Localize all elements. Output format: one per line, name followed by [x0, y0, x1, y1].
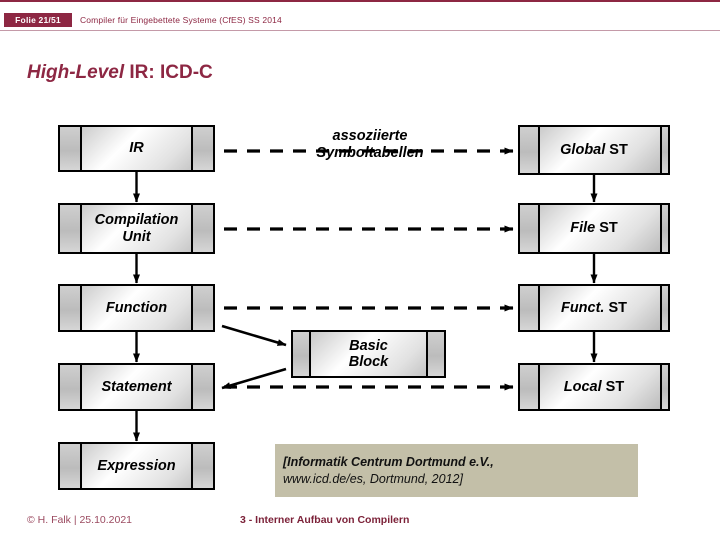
node-basic-block-left-band	[293, 332, 309, 376]
node-ir-right-band	[193, 127, 213, 170]
slide-number-badge: Folie 21/51	[4, 13, 72, 27]
node-global-st-label-upright: ST	[605, 141, 628, 158]
node-local-st-label-upright: ST	[601, 378, 625, 395]
node-expression-right-band	[193, 444, 213, 488]
node-funct-st-label-upright: ST	[604, 299, 628, 316]
page-title-italic: High-Level	[27, 62, 125, 83]
node-global-st-right-rule	[660, 127, 662, 173]
node-funct-st-label-italic: Funct.	[560, 299, 605, 316]
node-global-st-left-rule	[538, 127, 540, 173]
node-file-st-label-italic: File	[570, 220, 596, 237]
node-basic-block-left-rule	[309, 332, 311, 376]
node-local-st-right-band	[662, 365, 668, 409]
node-expression[interactable]: Expression	[58, 442, 215, 490]
node-expression-left-band	[60, 444, 80, 488]
node-basic-block[interactable]: Basic Block	[291, 330, 446, 378]
node-statement-left-band	[60, 365, 80, 409]
node-global-st-left-band	[520, 127, 538, 173]
node-funct-st-left-rule	[538, 286, 540, 330]
node-function-left-band	[60, 286, 80, 330]
node-funct-st-right-band	[662, 286, 668, 330]
association-label: assoziierte Symboltabellen	[280, 128, 460, 161]
node-statement[interactable]: Statement	[58, 363, 215, 411]
node-file-st[interactable]: File ST	[518, 203, 670, 254]
source-caption-line1: [Informatik Centrum Dortmund e.V.,	[283, 454, 494, 469]
node-ir-right-rule	[191, 127, 193, 170]
node-basic-block-right-rule	[426, 332, 428, 376]
node-local-st-label: Local ST	[564, 379, 624, 395]
node-file-st-label: File ST	[570, 220, 618, 236]
node-file-st-left-band	[520, 205, 538, 252]
node-funct-st-left-band	[520, 286, 538, 330]
header-accent-rule	[0, 0, 720, 2]
association-label-line1: assoziierte	[332, 128, 408, 144]
node-global-st[interactable]: Global ST	[518, 125, 670, 175]
course-title: Compiler für Eingebettete Systeme (CfES)…	[80, 15, 282, 25]
node-file-st-label-upright: ST	[595, 220, 618, 237]
node-file-st-left-rule	[538, 205, 540, 252]
node-file-st-right-rule	[660, 205, 662, 252]
node-file-st-right-band	[662, 205, 668, 252]
node-function-label: Function	[105, 299, 168, 316]
arrow-basic-block-to-statement	[221, 367, 287, 390]
footer-copyright: © H. Falk | 25.10.2021	[27, 514, 133, 526]
node-local-st[interactable]: Local ST	[518, 363, 670, 411]
node-global-st-label: Global ST	[560, 142, 628, 158]
node-compilation-unit-label: Compilation Unit	[94, 212, 179, 245]
header-divider	[0, 30, 720, 31]
node-local-st-right-rule	[660, 365, 662, 409]
node-ir-label: IR	[129, 140, 144, 157]
footer-chapter: 3 - Interner Aufbau von Compilern	[240, 514, 410, 526]
page-title: High-Level IR: ICD-C	[27, 62, 213, 84]
node-function-right-rule	[191, 286, 193, 330]
node-funct-st-right-rule	[660, 286, 662, 330]
node-compilation-unit-left-rule	[80, 205, 82, 252]
node-expression-right-rule	[191, 444, 193, 488]
page-title-upright: IR: ICD-C	[124, 62, 213, 83]
node-local-st-left-rule	[538, 365, 540, 409]
node-basic-block-right-band	[428, 332, 444, 376]
node-function-left-rule	[80, 286, 82, 330]
node-expression-label: Expression	[97, 457, 176, 474]
node-ir[interactable]: IR	[58, 125, 215, 172]
node-compilation-unit-right-rule	[191, 205, 193, 252]
source-caption-line2: www.icd.de/es, Dortmund, 2012]	[283, 471, 463, 486]
node-local-st-left-band	[520, 365, 538, 409]
node-compilation-unit[interactable]: Compilation Unit	[58, 203, 215, 254]
node-ir-left-band	[60, 127, 80, 170]
node-expression-left-rule	[80, 444, 82, 488]
node-funct-st-label: Funct. ST	[561, 300, 627, 316]
source-caption: [Informatik Centrum Dortmund e.V., www.i…	[275, 444, 638, 497]
node-statement-right-rule	[191, 365, 193, 409]
node-compilation-unit-right-band	[193, 205, 213, 252]
arrow-function-to-basic-block	[221, 324, 287, 347]
node-local-st-label-italic: Local	[563, 378, 602, 395]
node-basic-block-label: Basic Block	[348, 337, 389, 370]
association-label-line2: Symboltabellen	[316, 144, 424, 161]
node-funct-st[interactable]: Funct. ST	[518, 284, 670, 332]
node-function[interactable]: Function	[58, 284, 215, 332]
node-statement-right-band	[193, 365, 213, 409]
node-function-right-band	[193, 286, 213, 330]
node-statement-left-rule	[80, 365, 82, 409]
node-ir-left-rule	[80, 127, 82, 170]
node-global-st-label-italic: Global	[560, 141, 606, 158]
node-statement-label: Statement	[101, 378, 172, 395]
node-global-st-right-band	[662, 127, 668, 173]
node-compilation-unit-left-band	[60, 205, 80, 252]
